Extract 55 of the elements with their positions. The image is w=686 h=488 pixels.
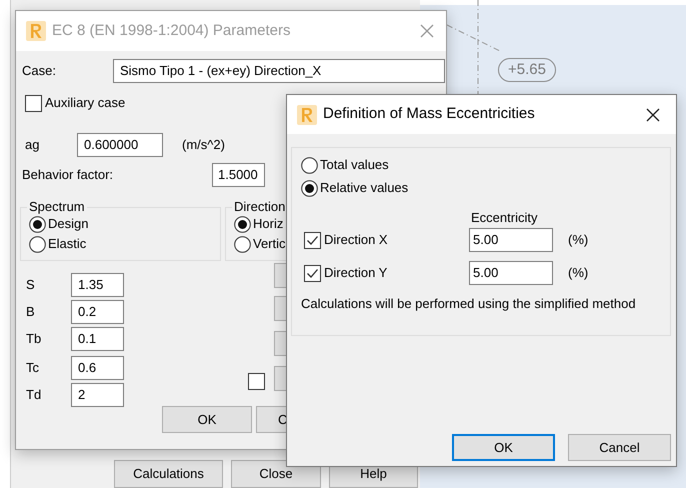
ag-field[interactable]: 0.600000 [77,133,163,157]
field-label: B [25,303,36,322]
column-header: Eccentricity [470,210,538,226]
radio-button[interactable] [29,236,46,252]
dialog-button[interactable]: Calculations [114,460,223,488]
checkbox[interactable] [304,232,321,248]
checkbox[interactable] [248,373,265,390]
dialog-button[interactable]: Close [231,460,321,488]
group-title: Direction [233,200,286,214]
window-title: Definition of Mass Eccentricities [323,104,535,124]
eccentricity-field[interactable]: 5.00 [469,261,553,285]
field-label: Case: [22,62,57,80]
group-title: Spectrum [28,200,86,214]
eccentricity-field[interactable]: 5.00 [469,228,553,252]
level-tag: +5.65 [498,58,556,82]
checkbox-label: Direction X [324,231,389,250]
radio-label: Horiz [253,215,284,234]
dialog-button[interactable]: OK [452,434,555,461]
case-field[interactable]: Sismo Tipo 1 - (ex+ey) Direction_X [113,59,445,83]
radio-button[interactable] [301,180,318,196]
field-label: Behavior factor: [22,166,114,184]
behavior-factor-field[interactable]: 1.5000 [212,163,265,187]
parameter-field[interactable]: 0.2 [71,300,124,324]
checkbox-label: Direction Y [324,264,388,282]
radio-label: Elastic [48,235,86,254]
parameter-field[interactable]: 1.35 [71,273,124,297]
radio-label: Design [48,215,88,234]
parameter-field[interactable]: 2 [71,383,124,407]
dialog-button[interactable]: OK [162,406,252,433]
checkbox[interactable] [25,94,42,112]
checkbox[interactable] [304,264,321,282]
radio-button[interactable] [234,236,251,252]
radio-label: Total values [320,156,389,174]
radio-button[interactable] [301,156,318,174]
field-label: Tb [25,330,42,348]
radio-label: Vertic [253,235,286,254]
unit-label: (%) [568,231,588,250]
note-text: Calculations will be performed using the simplified method [301,295,636,313]
radio-button[interactable] [234,216,251,232]
app-icon [26,21,46,41]
unit-label: (m/s^2) [182,136,225,154]
radio-label: Relative values [320,179,408,198]
dialog-button[interactable]: Cancel [568,434,671,461]
checkbox-label: Auxiliary case [45,94,126,112]
app-icon [297,104,317,124]
radio-button[interactable] [29,216,46,232]
field-label: S [25,276,36,294]
close-icon[interactable] [646,108,660,122]
field-label: ag [24,136,40,154]
parameter-field[interactable]: 0.6 [71,356,124,380]
field-label: Td [25,386,42,404]
unit-label: (%) [568,264,588,282]
window-title: EC 8 (EN 1998-1:2004) Parameters [52,20,290,41]
parameter-field[interactable]: 0.1 [71,327,124,351]
field-label: Tc [25,359,40,378]
